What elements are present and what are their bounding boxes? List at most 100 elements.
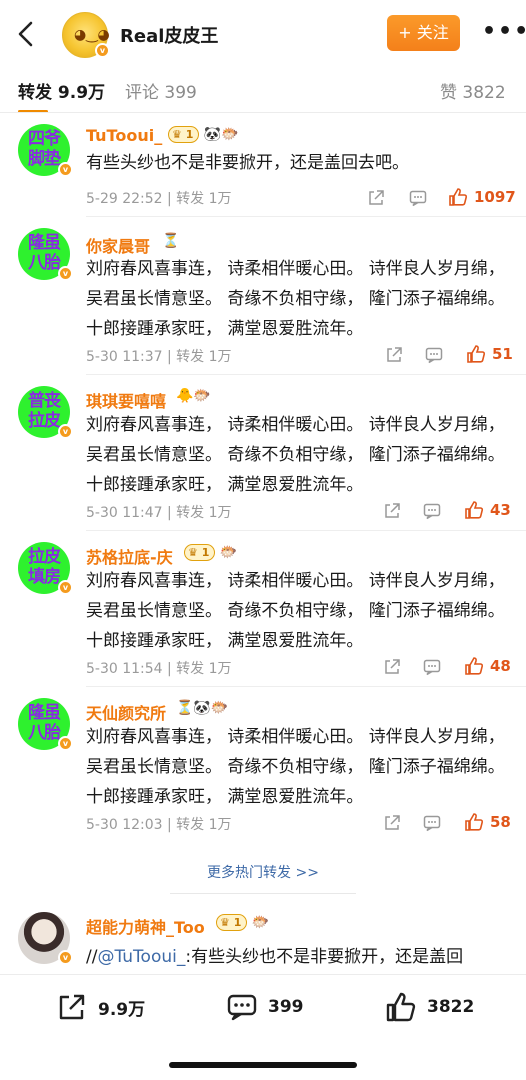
thumbs-up-icon[interactable] [448,187,468,207]
avatar[interactable]: 隆虽八胎 v [18,228,73,281]
username[interactable]: 苏格拉底-庆 [86,544,173,568]
mention-link[interactable]: @TuTooui_ [97,947,185,967]
verified-icon: v [58,162,73,177]
username[interactable]: 琪琪要嘻嘻 [86,388,166,412]
comment-icon [227,994,257,1021]
avatar[interactable]: 拉皮填房 v [18,542,73,595]
user-badges: ⏳ [162,233,179,249]
tab-repost[interactable]: 转发 9.9万 [18,78,105,103]
avatar[interactable]: v [18,912,73,965]
share-icon [59,994,85,1020]
user-badges: ♛ 1 🐡 [184,544,237,561]
crown-level-badge: ♛ 1 [216,914,248,931]
repost-text: 刘府春风喜事连， 诗柔相伴暖心田。 诗伴良人岁月绵， 吴君虽长情意坚。 奇缘不负… [86,259,505,339]
emoji-badges: 🐡 [251,914,270,931]
like-count: 3822 [427,997,475,1017]
avatar-face-icon: ◕‿◕ [74,27,110,43]
tab-bar: 转发 9.9万 评论 399 赞 3822 [0,66,526,116]
verified-icon: v [58,266,73,281]
repost-count: 9.9万 [98,999,146,1020]
avatar[interactable]: 隆虽八胎 v [18,698,73,751]
repost-meta: 5-29 22:52 | 转发 1万 [86,191,232,207]
like-count: 43 [490,501,511,519]
user-badges: 🐥🐡 [176,388,211,404]
avatar-text: 四爷脚垫 [28,129,61,169]
divider [0,112,526,113]
avatar[interactable]: 普丧拉皮 v [18,386,73,439]
repost-meta: 5-30 12:03 | 转发 1万 [86,817,232,833]
crown-level-badge: ♛ 1 [168,126,200,143]
comment-icon[interactable] [422,501,442,521]
thumbs-up-icon [386,992,416,1022]
emoji-badges: ⏳ [162,233,180,249]
divider [170,893,356,894]
emoji-badges: 🐡 [219,544,238,561]
username[interactable]: 天仙颜究所 [86,700,166,724]
like-count: 58 [490,813,511,831]
avatar[interactable]: 四爷脚垫 v [18,124,73,177]
divider [86,374,526,375]
user-badges: ♛ 1 🐼🐡 [168,126,239,143]
verified-icon: v [58,424,73,439]
thumbs-up-icon[interactable] [464,812,484,832]
repost-prefix: // [86,947,98,967]
badge-level: 1 [201,546,210,559]
tab-comment[interactable]: 评论 399 [125,78,197,103]
repost-meta: 5-30 11:54 | 转发 1万 [86,661,232,677]
comment-icon[interactable] [422,813,442,833]
share-icon[interactable] [382,813,402,833]
top-nav: ◕‿◕ v Real皮皮王 + 关注 ••• [0,0,526,66]
chevron-left-icon[interactable] [14,20,38,48]
repost-text: 刘府春风喜事连， 诗柔相伴暖心田。 诗伴良人岁月绵， 吴君虽长情意坚。 奇缘不负… [86,415,505,495]
more-icon[interactable]: ••• [482,21,526,43]
tab-like[interactable]: 赞 3822 [440,78,506,103]
follow-button[interactable]: + 关注 [387,15,460,51]
avatar-text: 隆虽八胎 [28,233,61,273]
verified-icon: v [58,736,73,751]
thumbs-up-icon[interactable] [466,344,486,364]
avatar-text: 隆虽八胎 [28,703,61,743]
divider [86,530,526,531]
comment-icon[interactable] [422,657,442,677]
like-count: 48 [490,657,511,675]
verified-icon: v [95,43,110,58]
comment-button[interactable]: 399 [226,989,304,1025]
share-icon[interactable] [384,345,404,365]
emoji-badges: 🐥🐡 [176,388,211,404]
share-icon[interactable] [366,188,386,208]
like-button[interactable]: 3822 [385,989,474,1025]
repost-text: //@TuTooui_:有些头纱也不是非要掀开，还是盖回 [86,942,510,967]
home-indicator [169,1062,357,1068]
badge-level: 1 [233,916,242,929]
username[interactable]: TuTooui_ [86,126,162,145]
like-count: 51 [492,345,513,363]
page-title[interactable]: Real皮皮王 [120,22,218,48]
more-hot-reposts-link[interactable]: 更多热门转发 >> [0,862,526,882]
emoji-badges: ⏳🐼🐡 [176,700,229,716]
avatar-text: 普丧拉皮 [28,391,61,431]
badge-level: 1 [185,128,194,141]
thumbs-up-icon[interactable] [464,656,484,676]
user-badges: ⏳🐼🐡 [176,700,228,716]
crown-level-badge: ♛ 1 [184,544,216,561]
repost-text: 有些头纱也不是非要掀开，还是盖回去吧。 [86,153,409,173]
comment-icon[interactable] [408,188,428,208]
verified-icon: v [58,580,73,595]
repost-body: :有些头纱也不是非要掀开，还是盖回 [185,947,464,967]
divider [86,686,526,687]
avatar-text: 拉皮填房 [28,547,61,587]
repost-meta: 5-30 11:37 | 转发 1万 [86,349,232,365]
repost-button[interactable]: 9.9万 [56,989,145,1025]
username[interactable]: 超能力萌神_Too [86,914,205,938]
thumbs-up-icon[interactable] [464,500,484,520]
comment-icon[interactable] [424,345,444,365]
comment-count: 399 [268,997,304,1017]
user-badges: ♛ 1 🐡 [216,914,269,931]
repost-list-page: ◕‿◕ v Real皮皮王 + 关注 ••• 转发 9.9万 评论 399 赞 … [0,0,526,1080]
share-icon[interactable] [382,501,402,521]
share-icon[interactable] [382,657,402,677]
user-avatar[interactable]: ◕‿◕ v [62,12,110,58]
repost-text: 刘府春风喜事连， 诗柔相伴暖心田。 诗伴良人岁月绵， 吴君虽长情意坚。 奇缘不负… [86,571,505,651]
repost-meta: 5-30 11:47 | 转发 1万 [86,505,232,521]
verified-icon: v [58,950,73,965]
